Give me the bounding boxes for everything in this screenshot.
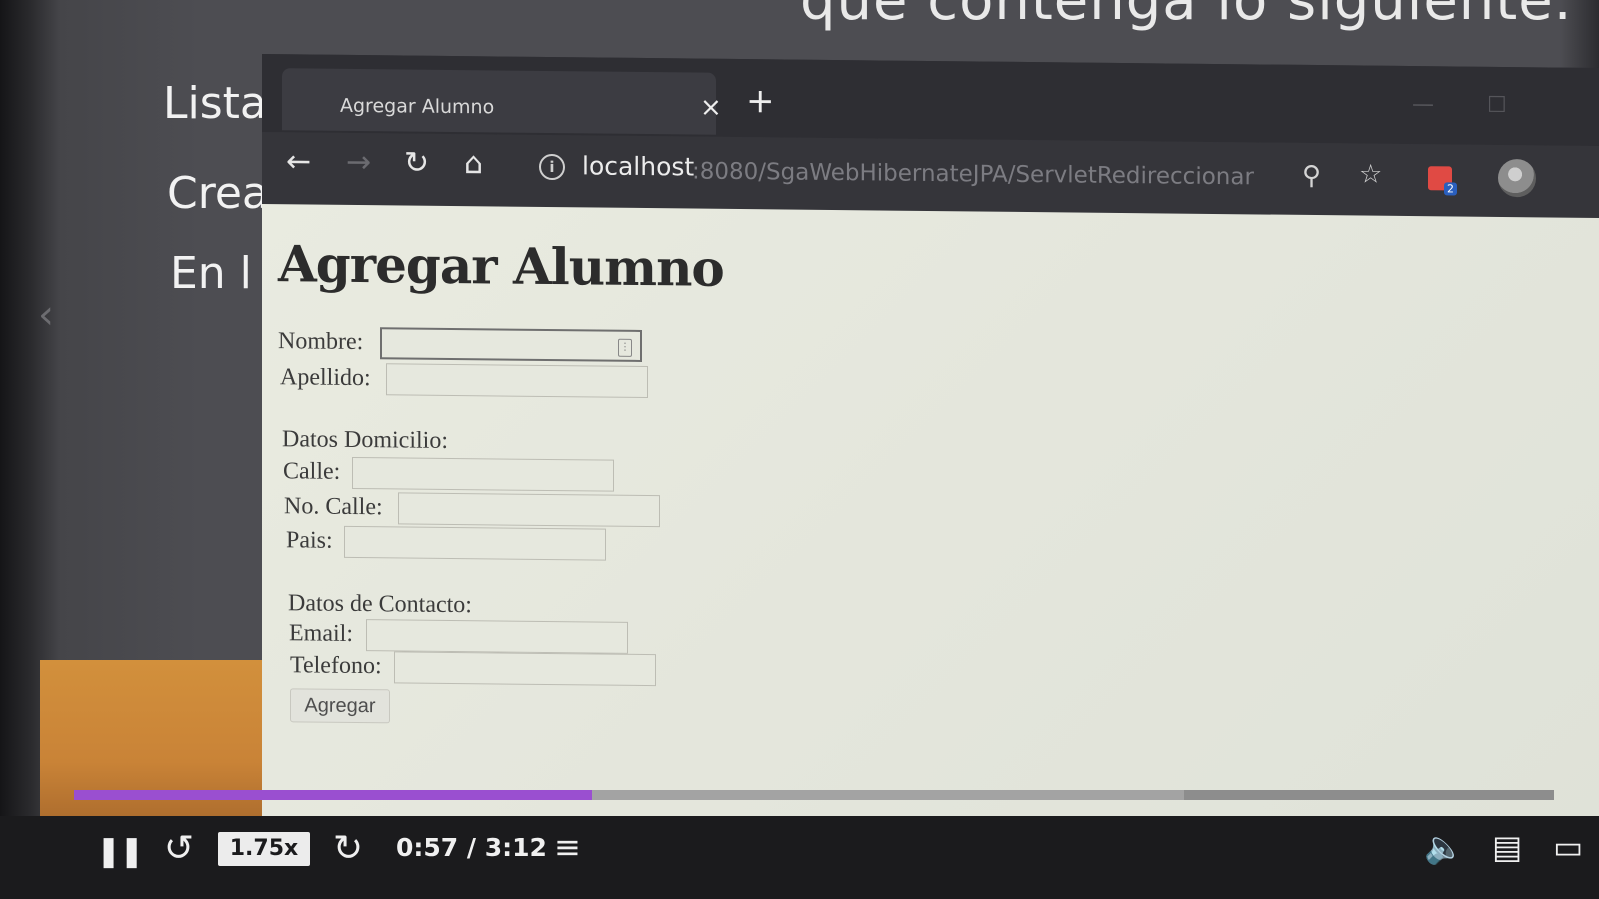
- back-arrow-icon[interactable]: ←: [286, 144, 311, 179]
- telefono-label: Telefono:: [290, 652, 382, 680]
- home-icon[interactable]: ⌂: [464, 146, 483, 181]
- rewind-icon[interactable]: ↺: [164, 828, 194, 869]
- email-field[interactable]: [366, 619, 628, 654]
- browser-toolbar: ← → ↻ ⌂ i localhost :8080/SgaWebHibernat…: [262, 132, 1599, 219]
- video-frame: que contenga lo siguiente. Lista Crea En…: [0, 0, 1599, 899]
- tab-close-icon[interactable]: ×: [700, 93, 722, 123]
- slide-item-en: En l: [170, 248, 252, 299]
- time-display: 0:57 / 3:12: [396, 833, 547, 862]
- skip-forward-icon[interactable]: ↻: [333, 828, 363, 869]
- star-icon[interactable]: ☆: [1359, 159, 1382, 189]
- forward-arrow-icon[interactable]: →: [346, 145, 371, 180]
- more-icon[interactable]: ▭: [1553, 828, 1583, 866]
- extension-badge: 2: [1444, 182, 1457, 196]
- reload-icon[interactable]: ↻: [404, 145, 429, 180]
- progress-played: [74, 790, 592, 800]
- pais-field[interactable]: [344, 525, 606, 561]
- slide-heading: que contenga lo siguiente.: [800, 0, 1573, 33]
- transcript-icon[interactable]: ▤: [1492, 828, 1522, 866]
- maximize-icon[interactable]: ☐: [1487, 93, 1507, 118]
- slide-item-crea: Crea: [167, 168, 269, 219]
- apellido-label: Apellido:: [280, 364, 371, 392]
- url-path[interactable]: :8080/SgaWebHibernateJPA/ServletRedirecc…: [692, 159, 1254, 191]
- pause-icon[interactable]: ❚❚: [96, 834, 144, 869]
- calle-field[interactable]: [352, 456, 614, 492]
- apellido-field[interactable]: [386, 363, 648, 399]
- slide-prev-arrow-icon[interactable]: ‹: [38, 292, 54, 338]
- autofill-icon[interactable]: ⋮: [618, 338, 632, 357]
- email-label: Email:: [289, 620, 353, 647]
- volume-icon[interactable]: 🔈: [1424, 828, 1464, 866]
- no-calle-field[interactable]: [398, 492, 660, 528]
- info-icon[interactable]: i: [539, 153, 565, 181]
- nombre-label: Nombre:: [278, 328, 364, 356]
- contacto-heading: Datos de Contacto:: [288, 590, 472, 619]
- video-progress-bar[interactable]: [74, 790, 1554, 800]
- minimize-icon[interactable]: —: [1412, 92, 1434, 117]
- new-tab-button[interactable]: +: [746, 81, 775, 121]
- tab-title: Agregar Alumno: [340, 94, 495, 119]
- avatar[interactable]: [1498, 158, 1536, 198]
- notes-icon[interactable]: ≡: [554, 828, 581, 866]
- telefono-field[interactable]: [394, 651, 656, 687]
- search-icon[interactable]: ⚲: [1302, 161, 1321, 191]
- calle-label: Calle:: [283, 458, 341, 485]
- page-title: Agregar Alumno: [278, 234, 724, 298]
- url-host[interactable]: localhost: [582, 151, 694, 181]
- playback-speed-button[interactable]: 1.75x: [218, 832, 310, 866]
- slide-item-lista: Lista: [163, 78, 267, 129]
- tab-agregar-alumno[interactable]: Agregar Alumno ×: [282, 68, 722, 135]
- nombre-field[interactable]: ⋮: [380, 327, 642, 362]
- agregar-button[interactable]: Agregar: [290, 688, 390, 724]
- browser-window: Agregar Alumno × + — ☐ ← → ↻ ⌂ i localho…: [262, 54, 1599, 839]
- web-page: Agregar Alumno Nombre: ⋮ Apellido: Datos…: [262, 204, 1599, 839]
- player-controls: ❚❚ ↺ 1.75x ↻ 0:57 / 3:12 ≡ 🔈 ▤ ▭: [0, 816, 1599, 899]
- no-calle-label: No. Calle:: [284, 493, 383, 521]
- domicilio-heading: Datos Domicilio:: [282, 426, 448, 454]
- tab-bar: Agregar Alumno × + — ☐: [262, 54, 1599, 147]
- pais-label: Pais:: [286, 527, 333, 554]
